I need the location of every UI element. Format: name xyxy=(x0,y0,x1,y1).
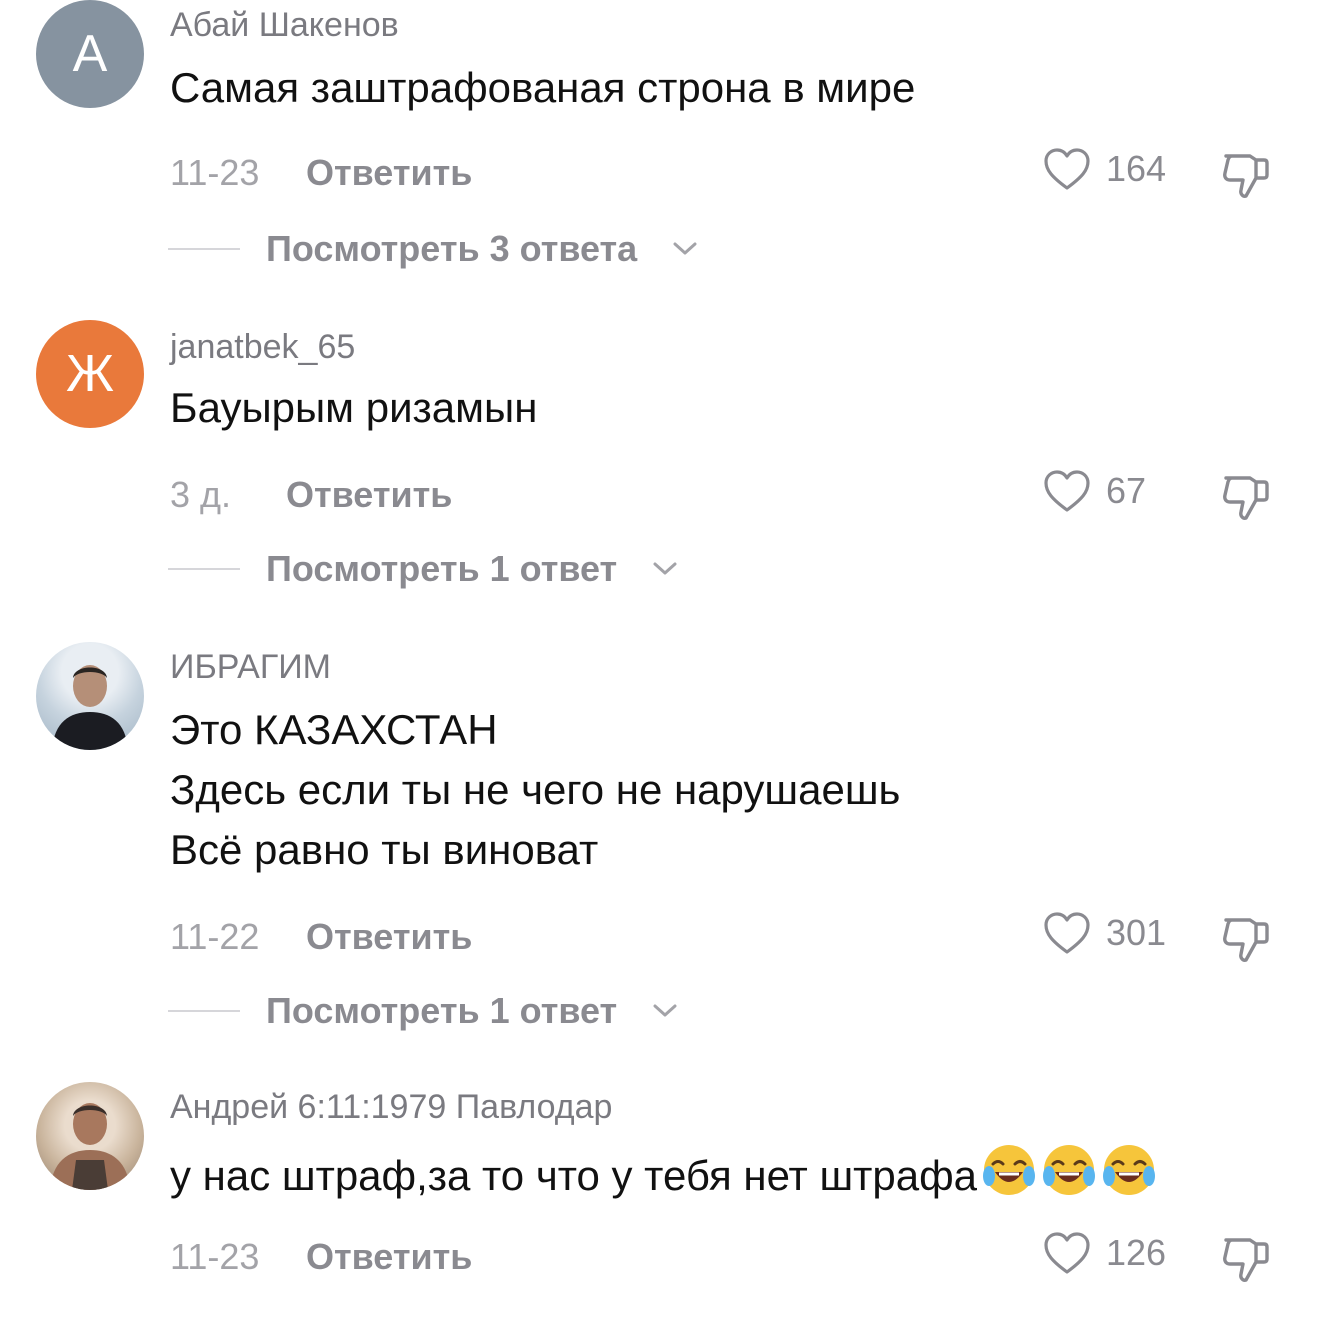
avatar-photo xyxy=(52,665,128,750)
divider-line xyxy=(168,248,240,250)
thumbs-down-outline-icon[interactable] xyxy=(1220,910,1274,964)
heart-outline-icon xyxy=(1044,470,1090,512)
comment-date: 3 д. xyxy=(170,474,232,515)
reply-button[interactable]: Ответить xyxy=(286,474,452,516)
view-replies-label: Посмотреть 3 ответа xyxy=(266,228,638,269)
avatar[interactable] xyxy=(36,642,144,750)
reply-button[interactable]: Ответить xyxy=(306,1236,472,1278)
avatar[interactable] xyxy=(36,1082,144,1190)
avatar-letter: A xyxy=(72,25,108,83)
thumbs-down-outline-icon[interactable] xyxy=(1220,1230,1274,1284)
comment-text: у нас штраф,за то что у тебя нет штрафа xyxy=(170,1142,1157,1206)
heart-outline-icon xyxy=(1044,912,1090,954)
chevron-down-icon xyxy=(653,562,677,575)
like-button[interactable]: 126 xyxy=(1042,1230,1166,1276)
view-replies-button[interactable]: Посмотреть 3 ответа xyxy=(168,228,699,270)
divider-line xyxy=(168,568,240,570)
username[interactable]: ИБРАГИМ xyxy=(170,648,331,687)
laughing-crying-emoji-icon xyxy=(983,1145,1036,1195)
like-count: 126 xyxy=(1106,1232,1167,1273)
view-replies-button[interactable]: Посмотреть 1 ответ xyxy=(168,990,679,1032)
like-count: 164 xyxy=(1106,148,1167,189)
avatar[interactable]: A xyxy=(36,0,144,108)
avatar-photo xyxy=(50,1103,130,1190)
like-button[interactable]: 164 xyxy=(1042,146,1166,192)
username[interactable]: janatbek_65 xyxy=(170,328,355,367)
thumbs-down-outline-icon[interactable] xyxy=(1220,468,1274,522)
laughing-crying-emoji-icon xyxy=(1103,1145,1156,1195)
view-replies-button[interactable]: Посмотреть 1 ответ xyxy=(168,548,679,590)
heart-outline-icon xyxy=(1044,148,1090,190)
comment-text: Самая заштрафованая строна в мире xyxy=(170,64,916,111)
username[interactable]: Абай Шакенов xyxy=(170,6,399,45)
comment-text-body: у нас штраф,за то что у тебя нет штрафа xyxy=(170,1152,978,1199)
comment-date: 11-23 xyxy=(170,152,260,193)
heart-outline-icon xyxy=(1044,1232,1090,1274)
chevron-down-icon xyxy=(653,1004,677,1017)
avatar-letter: Ж xyxy=(65,345,114,403)
comment-text: Бауырым ризамын xyxy=(170,384,538,431)
divider-line xyxy=(168,1010,240,1012)
like-button[interactable]: 301 xyxy=(1042,910,1166,956)
comment-text-line-3: Всё равно ты виноват xyxy=(170,826,599,873)
username[interactable]: Андрей 6:11:1979 Павлодар xyxy=(170,1088,612,1127)
laughing-crying-emoji-icon xyxy=(1043,1145,1096,1195)
thumbs-down-outline-icon[interactable] xyxy=(1220,146,1274,200)
reply-button[interactable]: Ответить xyxy=(306,152,472,194)
like-count: 301 xyxy=(1106,912,1167,953)
comment-text-line-2: Здесь если ты не чего не нарушаешь xyxy=(170,766,901,813)
reply-button[interactable]: Ответить xyxy=(306,916,472,958)
like-button[interactable]: 67 xyxy=(1042,468,1146,514)
avatar[interactable]: Ж xyxy=(36,320,144,428)
comment-date: 11-22 xyxy=(170,916,260,957)
comment-text-line-1: Это КАЗАХСТАН xyxy=(170,706,498,753)
view-replies-label: Посмотреть 1 ответ xyxy=(266,990,618,1031)
comment-date: 11-23 xyxy=(170,1236,260,1277)
view-replies-label: Посмотреть 1 ответ xyxy=(266,548,618,589)
chevron-down-icon xyxy=(673,242,697,255)
like-count: 67 xyxy=(1106,470,1147,511)
